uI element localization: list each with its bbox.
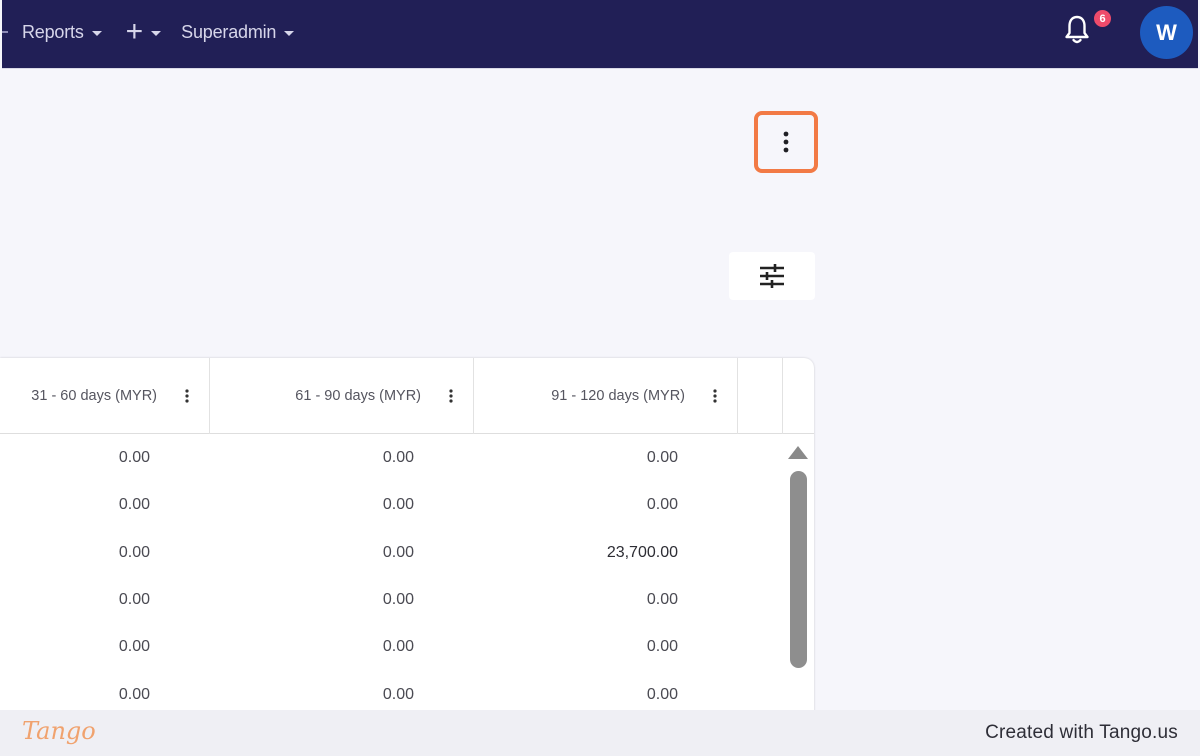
table-cell: 0.00 [382, 590, 414, 608]
vertical-scrollbar-thumb[interactable] [790, 471, 807, 668]
chevron-down-icon [91, 30, 102, 36]
table-row[interactable]: 0.00 0.00 0.00 [0, 481, 780, 528]
table-cell: 0.00 [382, 543, 414, 561]
column-header-label: 31 - 60 days (MYR) [31, 388, 157, 404]
column-header-91-120-days[interactable]: 91 - 120 days (MYR) [474, 358, 738, 434]
top-navigation-bar: Reports + Superadmin 6 W [2, 0, 1198, 68]
chevron-down-icon [151, 30, 162, 36]
more-vertical-icon [783, 131, 789, 153]
column-menu-button[interactable] [441, 386, 461, 406]
more-options-button[interactable] [754, 111, 818, 173]
tango-logo: Tango [22, 717, 96, 745]
column-header-label: 61 - 90 days (MYR) [295, 388, 421, 404]
table-cell: 0.00 [646, 448, 678, 466]
reports-menu-label: Reports [22, 21, 84, 42]
table-cell: 0.00 [118, 590, 150, 608]
table-cell: 0.00 [118, 495, 150, 513]
more-vertical-icon [185, 389, 189, 403]
topbar-divider [2, 68, 1198, 69]
filter-settings-button[interactable] [729, 252, 815, 300]
superadmin-menu[interactable]: Superadmin [181, 21, 295, 43]
table-cell: 0.00 [118, 448, 150, 466]
aging-report-table: 31 - 60 days (MYR) 61 - 90 days (MYR) 91… [0, 358, 814, 718]
column-menu-button[interactable] [177, 386, 197, 406]
created-with-text: Created with Tango.us [985, 722, 1178, 743]
notification-count-badge: 6 [1092, 8, 1113, 29]
table-cell: 0.00 [382, 448, 414, 466]
sliders-icon [760, 264, 784, 288]
plus-icon: + [125, 15, 144, 48]
table-cell: 0.00 [646, 637, 678, 655]
nav-edge-divider [2, 31, 8, 33]
column-header-31-60-days[interactable]: 31 - 60 days (MYR) [0, 358, 210, 434]
table-cell: 23,700.00 [606, 543, 678, 561]
table-cell: 0.00 [646, 590, 678, 608]
column-header-61-90-days[interactable]: 61 - 90 days (MYR) [210, 358, 474, 434]
nav-menu: Reports + Superadmin [2, 0, 295, 64]
table-row[interactable]: 0.00 0.00 0.00 [0, 576, 780, 623]
notifications-button[interactable]: 6 [1062, 8, 1113, 50]
bell-icon [1065, 15, 1089, 44]
chevron-down-icon [284, 30, 295, 36]
table-cell: 0.00 [118, 543, 150, 561]
scroll-up-arrow-icon[interactable] [788, 446, 808, 459]
table-row[interactable]: 0.00 0.00 23,700.00 [0, 529, 780, 576]
table-cell: 0.00 [382, 637, 414, 655]
table-cell: 0.00 [118, 637, 150, 655]
table-header: 31 - 60 days (MYR) 61 - 90 days (MYR) 91… [0, 358, 814, 434]
more-vertical-icon [449, 389, 453, 403]
more-vertical-icon [713, 389, 717, 403]
column-header-next[interactable] [738, 358, 783, 434]
reports-menu[interactable]: Reports [22, 22, 102, 43]
add-menu[interactable]: + [126, 17, 162, 47]
table-cell: 0.00 [382, 495, 414, 513]
table-cell: 0.00 [646, 495, 678, 513]
column-header-label: 91 - 120 days (MYR) [551, 388, 685, 404]
superadmin-menu-label: Superadmin [181, 21, 277, 42]
tango-footer: Tango Created with Tango.us [0, 710, 1200, 756]
user-avatar[interactable]: W [1140, 6, 1193, 59]
column-menu-button[interactable] [705, 386, 725, 406]
table-row[interactable]: 0.00 0.00 0.00 [0, 623, 780, 670]
table-row[interactable]: 0.00 0.00 0.00 [0, 434, 780, 481]
